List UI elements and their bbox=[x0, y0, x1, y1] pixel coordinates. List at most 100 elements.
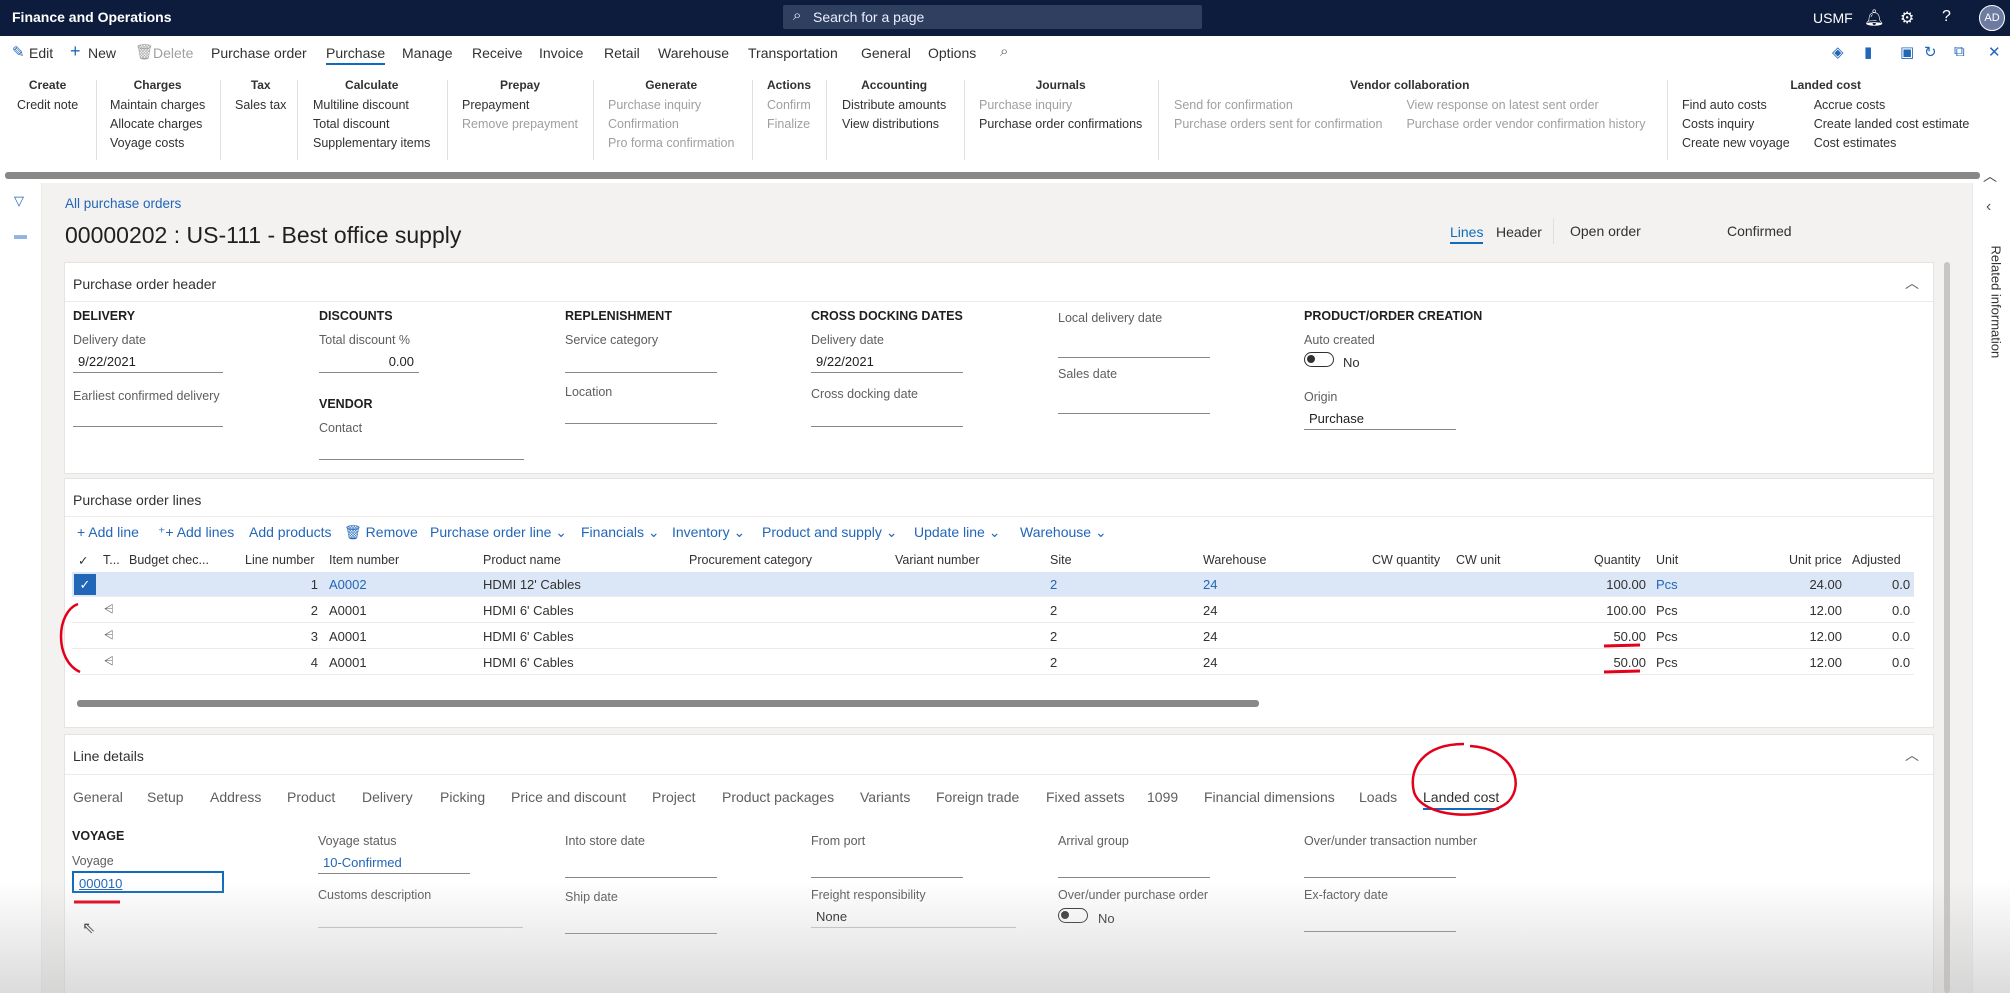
auto-created-toggle[interactable] bbox=[1304, 352, 1334, 367]
open-new-window-icon[interactable]: ⧉ bbox=[1954, 43, 1965, 60]
purchase-order-confirmations-button[interactable]: Purchase order confirmations bbox=[979, 115, 1142, 134]
new-button[interactable]: New bbox=[88, 45, 116, 61]
contact-field[interactable] bbox=[319, 438, 524, 460]
column-header-procurement-category[interactable]: Procurement category bbox=[689, 548, 812, 572]
edit-button[interactable]: Edit bbox=[29, 45, 53, 61]
purchase-inquiry-generate-button[interactable]: Purchase inquiry bbox=[608, 96, 734, 115]
unit-price-cell[interactable]: 12.00 bbox=[1762, 603, 1842, 618]
sales-tax-button[interactable]: Sales tax bbox=[235, 96, 286, 115]
tab-header[interactable]: Header bbox=[1496, 224, 1542, 240]
tab-picking[interactable]: Picking bbox=[440, 789, 485, 805]
section-title[interactable]: Purchase order lines bbox=[73, 492, 201, 508]
from-port-field[interactable] bbox=[811, 856, 963, 878]
item-number-cell[interactable]: A0001 bbox=[329, 629, 367, 644]
diamond-icon[interactable]: ◈ bbox=[1832, 43, 1844, 61]
tab-general[interactable]: General bbox=[861, 45, 911, 61]
warehouse-cell[interactable]: 24 bbox=[1203, 655, 1217, 670]
column-header-budget[interactable]: Budget chec... bbox=[129, 548, 209, 572]
earliest-confirmed-delivery-field[interactable] bbox=[73, 405, 223, 427]
purchase-inquiry-journal-button[interactable]: Purchase inquiry bbox=[979, 96, 1142, 115]
warehouse-menu[interactable]: Warehouse ⌄ bbox=[1020, 524, 1107, 541]
tab-product-packages[interactable]: Product packages bbox=[722, 789, 834, 805]
help-icon[interactable]: ? bbox=[1942, 8, 1951, 26]
ribbon-scrollbar[interactable] bbox=[5, 172, 1980, 179]
tab-retail[interactable]: Retail bbox=[604, 45, 640, 61]
column-header-type[interactable]: T... bbox=[103, 548, 120, 572]
office-icon[interactable]: ▮ bbox=[1864, 43, 1872, 61]
row-checkbox[interactable]: ✓ bbox=[74, 574, 96, 595]
tab-foreign-trade[interactable]: Foreign trade bbox=[936, 789, 1019, 805]
unit-cell[interactable]: Pcs bbox=[1656, 603, 1678, 618]
tab-manage[interactable]: Manage bbox=[402, 45, 453, 61]
tab-general-details[interactable]: General bbox=[73, 789, 123, 805]
quantity-cell[interactable]: 100.00 bbox=[1572, 603, 1646, 618]
customs-description-field[interactable] bbox=[318, 906, 523, 928]
multiline-discount-button[interactable]: Multiline discount bbox=[313, 96, 430, 115]
search-actions-icon[interactable]: ⌕ bbox=[1000, 43, 1008, 60]
avatar[interactable]: AD bbox=[1979, 5, 2005, 31]
app-title[interactable]: Finance and Operations bbox=[12, 9, 171, 25]
orders-sent-for-confirmation-button[interactable]: Purchase orders sent for confirmation bbox=[1174, 115, 1382, 134]
prepayment-button[interactable]: Prepayment bbox=[462, 96, 578, 115]
tab-address[interactable]: Address bbox=[210, 789, 261, 805]
tab-loads[interactable]: Loads bbox=[1359, 789, 1397, 805]
tab-lines[interactable]: Lines bbox=[1450, 224, 1484, 244]
over-under-po-toggle[interactable] bbox=[1058, 908, 1088, 923]
location-field[interactable] bbox=[565, 402, 717, 424]
column-header-adjusted[interactable]: Adjusted bbox=[1852, 548, 1901, 572]
unit-price-cell[interactable]: 12.00 bbox=[1762, 655, 1842, 670]
column-header-product-name[interactable]: Product name bbox=[483, 548, 561, 572]
tab-fixed-assets[interactable]: Fixed assets bbox=[1046, 789, 1125, 805]
remove-prepayment-button[interactable]: Remove prepayment bbox=[462, 115, 578, 134]
column-header-unit[interactable]: Unit bbox=[1656, 548, 1678, 572]
maintain-charges-button[interactable]: Maintain charges bbox=[110, 96, 205, 115]
accrue-costs-button[interactable]: Accrue costs bbox=[1814, 96, 1970, 115]
financials-menu[interactable]: Financials ⌄ bbox=[581, 524, 660, 541]
cost-estimates-button[interactable]: Cost estimates bbox=[1814, 134, 1970, 153]
unit-cell[interactable]: Pcs bbox=[1656, 577, 1678, 592]
tab-options[interactable]: Options bbox=[928, 45, 976, 61]
local-delivery-date-field[interactable] bbox=[1058, 336, 1210, 358]
warehouse-cell[interactable]: 24 bbox=[1203, 629, 1217, 644]
refresh-icon[interactable]: ↻ bbox=[1924, 43, 1937, 61]
vendor-confirmation-history-button[interactable]: Purchase order vendor confirmation histo… bbox=[1406, 115, 1645, 134]
column-header-cw-quantity[interactable]: CW quantity bbox=[1372, 548, 1440, 572]
warehouse-cell[interactable]: 24 bbox=[1203, 577, 1217, 592]
update-line-menu[interactable]: Update line ⌄ bbox=[914, 524, 1000, 541]
tab-warehouse[interactable]: Warehouse bbox=[658, 45, 729, 61]
cross-docking-date-field[interactable] bbox=[811, 405, 963, 427]
related-information-label[interactable]: Related information bbox=[1989, 246, 2004, 359]
tab-variants[interactable]: Variants bbox=[860, 789, 910, 805]
create-landed-cost-estimate-button[interactable]: Create landed cost estimate bbox=[1814, 115, 1970, 134]
product-and-supply-menu[interactable]: Product and supply ⌄ bbox=[762, 524, 897, 541]
tab-project[interactable]: Project bbox=[652, 789, 696, 805]
item-number-cell[interactable]: A0001 bbox=[329, 655, 367, 670]
site-cell[interactable]: 2 bbox=[1050, 655, 1057, 670]
find-auto-costs-button[interactable]: Find auto costs bbox=[1682, 96, 1790, 115]
view-latest-response-button[interactable]: View response on latest sent order bbox=[1406, 96, 1645, 115]
over-under-transaction-field[interactable] bbox=[1304, 856, 1456, 878]
confirmation-button[interactable]: Confirmation bbox=[608, 115, 734, 134]
column-header-site[interactable]: Site bbox=[1050, 548, 1072, 572]
search-input[interactable]: ⌕ Search for a page bbox=[783, 5, 1202, 29]
send-for-confirmation-button[interactable]: Send for confirmation bbox=[1174, 96, 1382, 115]
unit-price-cell[interactable]: 12.00 bbox=[1762, 629, 1842, 644]
add-lines-button[interactable]: ⁺+ Add lines bbox=[158, 524, 234, 541]
chevron-up-icon[interactable]: ︿ bbox=[1905, 745, 1919, 765]
remove-button[interactable]: 🗑︎ Remove bbox=[344, 524, 418, 541]
delivery-date-field[interactable]: 9/22/2021 bbox=[73, 351, 223, 373]
unit-cell[interactable]: Pcs bbox=[1656, 629, 1678, 644]
tab-receive[interactable]: Receive bbox=[472, 45, 523, 61]
table-row[interactable]: ⩤ 4 A0001 HDMI 6' Cables 2 24 50.00 Pcs … bbox=[72, 650, 1914, 675]
tab-financial-dimensions[interactable]: Financial dimensions bbox=[1204, 789, 1335, 805]
freight-responsibility-field[interactable]: None bbox=[811, 906, 1016, 928]
into-store-date-field[interactable] bbox=[565, 856, 717, 878]
table-row[interactable]: ⩤ 2 A0001 HDMI 6' Cables 2 24 100.00 Pcs… bbox=[72, 598, 1914, 623]
tab-product[interactable]: Product bbox=[287, 789, 335, 805]
origin-field[interactable]: Purchase bbox=[1304, 408, 1456, 430]
delete-button[interactable]: Delete bbox=[153, 45, 193, 61]
inventory-menu[interactable]: Inventory ⌄ bbox=[672, 524, 745, 541]
cross-docking-delivery-date-field[interactable]: 9/22/2021 bbox=[811, 351, 963, 373]
allocate-charges-button[interactable]: Allocate charges bbox=[110, 115, 205, 134]
sales-date-field[interactable] bbox=[1058, 392, 1210, 414]
